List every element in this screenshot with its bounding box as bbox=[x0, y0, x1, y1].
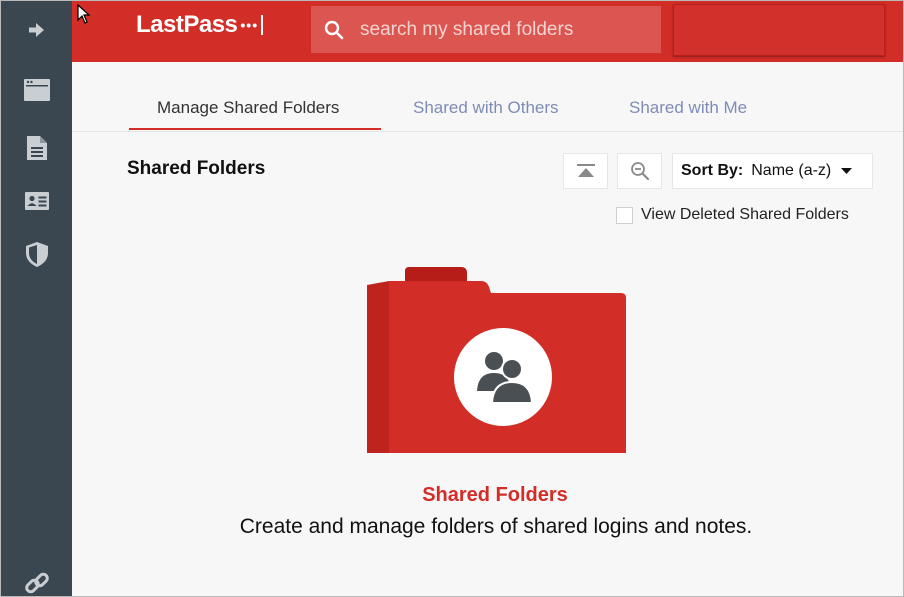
app-window: LastPass ••• Manage Shared Folders Share… bbox=[0, 0, 904, 597]
tab-shared-with-others[interactable]: Shared with Others bbox=[413, 98, 559, 118]
sort-dropdown[interactable]: Sort By: Name (a-z) bbox=[672, 153, 873, 189]
caret-down-icon bbox=[841, 168, 853, 174]
empty-state-description: Create and manage folders of shared logi… bbox=[239, 515, 753, 538]
collapse-up-icon bbox=[576, 164, 595, 177]
mouse-cursor-icon bbox=[77, 4, 91, 24]
tab-manage-shared-folders[interactable]: Manage Shared Folders bbox=[157, 98, 339, 118]
sort-label: Sort By: bbox=[681, 162, 744, 179]
sidebar-item-security-challenge[interactable] bbox=[24, 241, 50, 267]
shield-icon bbox=[26, 241, 48, 267]
view-deleted-toggle[interactable]: View Deleted Shared Folders bbox=[616, 206, 849, 224]
top-bar: LastPass ••• bbox=[72, 1, 903, 62]
search-input[interactable] bbox=[358, 17, 652, 42]
sidebar bbox=[1, 1, 72, 596]
logo-dots: ••• bbox=[240, 17, 259, 33]
view-deleted-label: View Deleted Shared Folders bbox=[641, 206, 849, 223]
collapse-all-button[interactable] bbox=[563, 153, 608, 189]
search-icon bbox=[324, 20, 344, 39]
sidebar-item-sites[interactable] bbox=[24, 77, 50, 103]
link-icon bbox=[25, 572, 49, 594]
lastpass-logo[interactable]: LastPass ••• bbox=[136, 11, 264, 39]
tab-bar: Manage Shared Folders Shared with Others… bbox=[72, 87, 903, 132]
note-document-icon bbox=[27, 136, 47, 160]
account-menu-button[interactable] bbox=[673, 4, 885, 56]
view-deleted-checkbox[interactable] bbox=[616, 206, 633, 224]
empty-state-title: Shared Folders bbox=[422, 484, 568, 506]
browser-window-icon bbox=[24, 79, 50, 101]
zoom-out-button[interactable] bbox=[617, 153, 662, 189]
sidebar-item-link[interactable] bbox=[24, 570, 50, 596]
zoom-out-icon bbox=[630, 162, 649, 181]
active-tab-indicator bbox=[129, 128, 381, 130]
page-title: Shared Folders bbox=[127, 158, 266, 179]
expand-sidebar-button[interactable] bbox=[24, 17, 50, 43]
address-card-icon bbox=[25, 192, 49, 210]
tab-shared-with-me[interactable]: Shared with Me bbox=[629, 98, 747, 118]
logo-cursor-bar bbox=[261, 15, 264, 35]
logo-text: LastPass bbox=[136, 11, 238, 38]
shared-folder-illustration bbox=[367, 267, 626, 453]
sidebar-item-notes[interactable] bbox=[24, 135, 50, 161]
sidebar-item-form-fills[interactable] bbox=[24, 188, 50, 214]
arrow-right-icon bbox=[29, 23, 44, 37]
sort-value: Name (a-z) bbox=[751, 162, 832, 179]
search-box[interactable] bbox=[311, 6, 661, 53]
